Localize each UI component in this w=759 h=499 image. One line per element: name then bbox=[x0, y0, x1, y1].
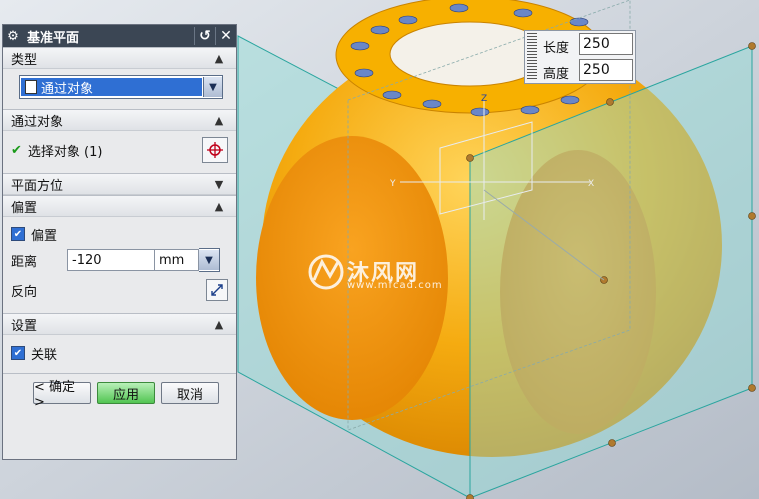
axis-label-y: Y bbox=[389, 179, 396, 189]
chevron-up-icon[interactable]: ▲ bbox=[210, 52, 228, 65]
section-plane-orientation-title: 平面方位 bbox=[11, 178, 64, 194]
offset-checkbox-label: 偏置 bbox=[31, 228, 58, 244]
plane-type-icon bbox=[25, 80, 37, 94]
type-select[interactable]: 通过对象 ▼ bbox=[19, 75, 223, 99]
section-plane-orientation-header[interactable]: 平面方位 ▼ bbox=[3, 173, 236, 195]
reset-icon[interactable]: ↺ bbox=[194, 27, 215, 45]
ok-button[interactable]: < 确定 > bbox=[33, 380, 91, 410]
drag-grip-icon[interactable] bbox=[527, 33, 537, 81]
chevron-up-icon[interactable]: ▲ bbox=[210, 318, 228, 331]
section-type-header[interactable]: 类型 ▲ bbox=[3, 47, 236, 69]
gear-icon[interactable]: ⚙ bbox=[3, 29, 23, 44]
reverse-direction-button[interactable] bbox=[206, 279, 228, 301]
unit-dropdown[interactable]: ▼ bbox=[199, 248, 220, 272]
unit-select[interactable]: mm bbox=[155, 249, 199, 271]
section-type-title: 类型 bbox=[11, 52, 38, 68]
section-through-object-title: 通过对象 bbox=[11, 114, 64, 130]
type-select-value: 通过对象 bbox=[21, 78, 202, 97]
associative-checkbox[interactable]: ✔ bbox=[11, 346, 25, 360]
close-icon[interactable]: ✕ bbox=[215, 27, 236, 45]
axis-label-z: Z bbox=[481, 94, 487, 104]
chevron-down-icon[interactable]: ▼ bbox=[199, 250, 219, 270]
chevron-up-icon[interactable]: ▲ bbox=[210, 200, 228, 213]
dialog-title: 基准平面 bbox=[27, 30, 80, 46]
select-object-label[interactable]: 选择对象 (1) bbox=[28, 141, 103, 160]
crosshair-icon bbox=[207, 142, 223, 158]
apply-button[interactable]: 应用 bbox=[97, 382, 155, 404]
chevron-up-icon[interactable]: ▲ bbox=[210, 114, 228, 127]
datum-plane-dialog: ⚙ 基准平面 ↺ ✕ 类型 ▲ 通过对象 ▼ 通过对象 ▲ ✔ 选择对象 (1) bbox=[2, 24, 237, 460]
height-label: 高度 bbox=[543, 67, 570, 82]
type-select-label: 通过对象 bbox=[41, 81, 94, 97]
dialog-titlebar[interactable]: ⚙ 基准平面 ↺ ✕ bbox=[3, 25, 236, 47]
section-through-object-header[interactable]: 通过对象 ▲ bbox=[3, 109, 236, 131]
chevron-down-icon[interactable]: ▼ bbox=[203, 77, 222, 97]
reverse-label: 反向 bbox=[11, 284, 38, 300]
select-object-button[interactable] bbox=[202, 137, 228, 163]
distance-label: 距离 bbox=[11, 254, 38, 270]
section-offset-title: 偏置 bbox=[11, 200, 38, 216]
section-offset-header[interactable]: 偏置 ▲ bbox=[3, 195, 236, 217]
section-settings-title: 设置 bbox=[11, 318, 38, 334]
length-label: 长度 bbox=[543, 41, 570, 56]
plane-size-popup: 长度 250 高度 250 bbox=[524, 30, 636, 84]
length-input[interactable]: 250 bbox=[579, 33, 633, 55]
offset-checkbox[interactable]: ✔ bbox=[11, 227, 25, 241]
associative-label: 关联 bbox=[31, 347, 58, 363]
distance-input[interactable]: -120 bbox=[67, 249, 155, 271]
watermark-url: www.mfcad.com bbox=[347, 280, 443, 291]
section-settings-header[interactable]: 设置 ▲ bbox=[3, 313, 236, 335]
reverse-arrows-icon bbox=[211, 284, 223, 296]
check-mark-icon: ✔ bbox=[11, 142, 22, 158]
axis-label-x: X bbox=[588, 179, 594, 189]
chevron-down-icon[interactable]: ▼ bbox=[210, 178, 228, 191]
height-input[interactable]: 250 bbox=[579, 59, 633, 81]
cancel-button[interactable]: 取消 bbox=[161, 382, 219, 404]
